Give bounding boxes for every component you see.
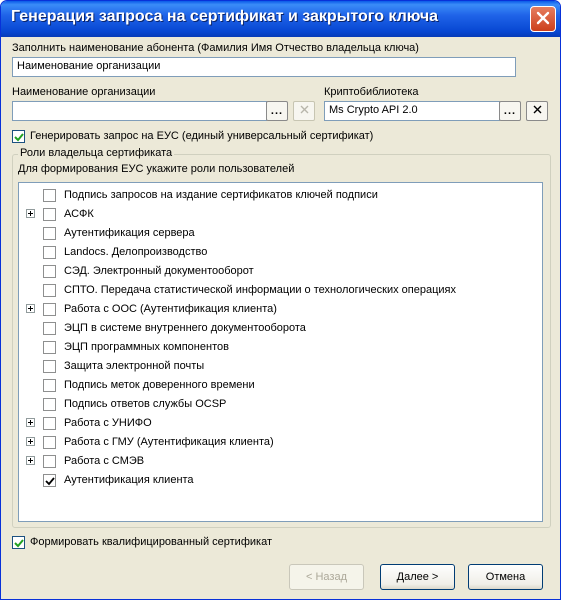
- role-tree-item[interactable]: Защита электронной почты: [19, 357, 542, 376]
- expand-plus-icon[interactable]: [26, 456, 35, 465]
- close-icon: [536, 11, 550, 28]
- role-tree-item[interactable]: Работа с УНИФО: [19, 414, 542, 433]
- role-label: ЭЦП в системе внутреннего документооборо…: [64, 322, 306, 334]
- dialog-window: Генерация запроса на сертификат и закрыт…: [0, 0, 561, 600]
- roles-group-title: Роли владельца сертификата: [18, 147, 175, 159]
- role-checkbox[interactable]: [43, 322, 56, 335]
- role-tree-item[interactable]: Landocs. Делопроизводство: [19, 243, 542, 262]
- role-label: Защита электронной почты: [64, 360, 205, 372]
- role-checkbox[interactable]: [43, 265, 56, 278]
- organization-browse-button[interactable]: ...: [266, 101, 288, 121]
- role-label: Работа с УНИФО: [64, 417, 152, 429]
- organization-clear-button[interactable]: [293, 101, 315, 121]
- role-checkbox[interactable]: [43, 455, 56, 468]
- role-label: Работа с СМЭВ: [64, 455, 145, 467]
- role-tree-item[interactable]: АСФК: [19, 205, 542, 224]
- role-tree-item[interactable]: Подпись ответов службы OCSP: [19, 395, 542, 414]
- checkmark-icon: [14, 133, 24, 142]
- role-label: ЭЦП программных компонентов: [64, 341, 229, 353]
- role-label: СЭД. Электронный документооборот: [64, 265, 254, 277]
- role-checkbox[interactable]: [43, 379, 56, 392]
- role-tree-item[interactable]: Аутентификация клиента: [19, 471, 542, 490]
- subscriber-label: Заполнить наименование абонента (Фамилия…: [12, 42, 419, 54]
- subscriber-name-input[interactable]: Наименование организации: [12, 57, 516, 77]
- expand-plus-icon[interactable]: [26, 437, 35, 446]
- role-tree-item[interactable]: СЭД. Электронный документооборот: [19, 262, 542, 281]
- role-checkbox[interactable]: [43, 474, 56, 487]
- cancel-button[interactable]: Отмена: [468, 564, 543, 590]
- role-tree-item[interactable]: Подпись запросов на издание сертификатов…: [19, 186, 542, 205]
- role-label: Аутентификация сервера: [64, 227, 195, 239]
- role-checkbox[interactable]: [43, 246, 56, 259]
- role-label: Landocs. Делопроизводство: [64, 246, 208, 258]
- generate-eus-label: Генерировать запрос на ЕУС (единый униве…: [30, 130, 374, 142]
- crypto-library-clear-button[interactable]: [526, 101, 548, 121]
- role-label: АСФК: [64, 208, 94, 220]
- role-checkbox[interactable]: [43, 341, 56, 354]
- checkmark-icon: [14, 539, 24, 548]
- expand-plus-icon[interactable]: [26, 209, 35, 218]
- role-checkbox[interactable]: [43, 417, 56, 430]
- close-icon: [300, 105, 309, 117]
- role-checkbox[interactable]: [43, 436, 56, 449]
- role-label: Подпись запросов на издание сертификатов…: [64, 189, 378, 201]
- role-label: Работа с ГМУ (Аутентификация клиента): [64, 436, 274, 448]
- role-checkbox[interactable]: [43, 208, 56, 221]
- crypto-library-label: Криптобиблиотека: [324, 86, 419, 98]
- role-checkbox[interactable]: [43, 284, 56, 297]
- expand-plus-icon[interactable]: [26, 304, 35, 313]
- role-tree-item[interactable]: Работа с СМЭВ: [19, 452, 542, 471]
- role-tree-item[interactable]: ЭЦП в системе внутреннего документооборо…: [19, 319, 542, 338]
- window-title: Генерация запроса на сертификат и закрыт…: [11, 8, 439, 25]
- close-button[interactable]: [530, 6, 556, 32]
- back-button[interactable]: < Назад: [289, 564, 364, 590]
- crypto-library-browse-button[interactable]: ...: [499, 101, 521, 121]
- role-tree-item[interactable]: Работа с ООС (Аутентификация клиента): [19, 300, 542, 319]
- organization-label: Наименование организации: [12, 86, 156, 98]
- role-label: Подпись меток доверенного времени: [64, 379, 255, 391]
- role-label: Аутентификация клиента: [64, 474, 194, 486]
- organization-input[interactable]: [12, 101, 267, 121]
- generate-eus-checkbox[interactable]: [12, 130, 25, 143]
- crypto-library-input[interactable]: Ms Crypto API 2.0: [324, 101, 500, 121]
- role-tree-item[interactable]: ЭЦП программных компонентов: [19, 338, 542, 357]
- role-checkbox[interactable]: [43, 303, 56, 316]
- expand-plus-icon[interactable]: [26, 418, 35, 427]
- role-checkbox[interactable]: [43, 227, 56, 240]
- next-button[interactable]: Далее >: [380, 564, 455, 590]
- role-tree-item[interactable]: СПТО. Передача статистической информации…: [19, 281, 542, 300]
- roles-tree[interactable]: Подпись запросов на издание сертификатов…: [18, 182, 543, 522]
- qualified-certificate-checkbox[interactable]: [12, 536, 25, 549]
- role-checkbox[interactable]: [43, 360, 56, 373]
- checkmark-icon: [45, 477, 55, 486]
- roles-hint: Для формирования ЕУС укажите роли пользо…: [18, 163, 295, 175]
- role-label: СПТО. Передача статистической информации…: [64, 284, 456, 296]
- role-tree-item[interactable]: Аутентификация сервера: [19, 224, 542, 243]
- title-bar[interactable]: Генерация запроса на сертификат и закрыт…: [1, 1, 560, 37]
- role-checkbox[interactable]: [43, 189, 56, 202]
- role-tree-item[interactable]: Работа с ГМУ (Аутентификация клиента): [19, 433, 542, 452]
- role-label: Работа с ООС (Аутентификация клиента): [64, 303, 277, 315]
- role-checkbox[interactable]: [43, 398, 56, 411]
- close-icon: [533, 105, 542, 117]
- qualified-certificate-label: Формировать квалифицированный сертификат: [30, 536, 272, 548]
- role-tree-item[interactable]: Подпись меток доверенного времени: [19, 376, 542, 395]
- role-label: Подпись ответов службы OCSP: [64, 398, 227, 410]
